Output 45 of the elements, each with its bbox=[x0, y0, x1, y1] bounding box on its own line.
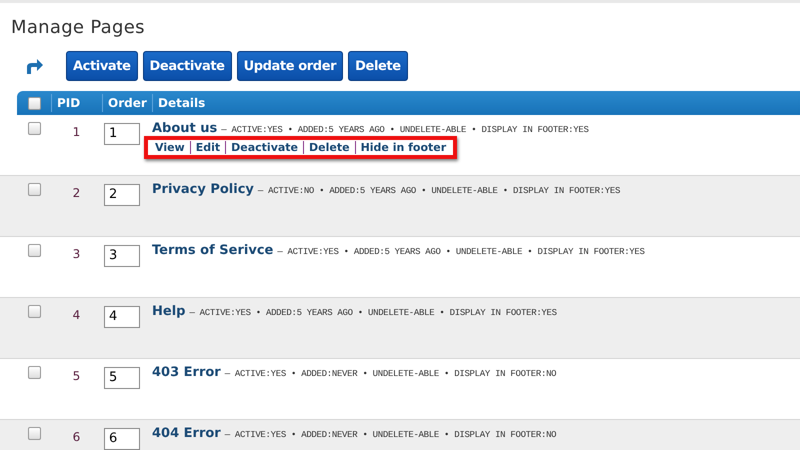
toolbar-button[interactable]: Update order bbox=[236, 51, 344, 81]
page-title-link[interactable]: 404 Error bbox=[152, 426, 221, 441]
row-checkbox[interactable] bbox=[28, 122, 40, 135]
page-title-link[interactable]: Privacy Policy bbox=[152, 182, 254, 197]
row-checkbox[interactable] bbox=[28, 244, 40, 257]
page-meta: — ACTIVE:YES • ADDED:5 YEARS AGO • UNDELETE-ABLE • DISPLAY IN FOOTER:YES bbox=[189, 308, 557, 318]
order-input[interactable]: 2 bbox=[104, 184, 140, 206]
row-checkbox[interactable] bbox=[28, 305, 40, 318]
pid-cell: 2 bbox=[72, 186, 80, 200]
page-meta: — ACTIVE:YES • ADDED:NEVER • UNDELETE-ABLE • DISPLAY IN FOOTER:NO bbox=[224, 369, 556, 379]
toolbar-button[interactable]: Delete bbox=[348, 51, 408, 81]
action-link[interactable]: Deactivate bbox=[231, 141, 298, 154]
action-link[interactable]: Delete bbox=[309, 141, 350, 154]
pid-cell: 1 bbox=[72, 125, 80, 139]
action-link[interactable]: Edit bbox=[196, 141, 220, 154]
column-header: Details bbox=[158, 96, 206, 110]
toolbar-button[interactable]: Deactivate bbox=[142, 51, 232, 81]
select-all-checkbox[interactable] bbox=[28, 96, 40, 110]
pid-cell: 5 bbox=[72, 369, 80, 383]
column-header: PID bbox=[57, 96, 80, 110]
page-title: Manage Pages bbox=[11, 17, 146, 38]
order-input[interactable]: 1 bbox=[104, 122, 140, 144]
page-title-link[interactable]: Terms of Serivce bbox=[152, 243, 274, 258]
row-checkbox[interactable] bbox=[28, 183, 40, 196]
row-checkbox[interactable] bbox=[28, 366, 40, 379]
page-meta: — ACTIVE:YES • ADDED:NEVER • UNDELETE-ABLE • DISPLAY IN FOOTER:NO bbox=[224, 430, 556, 440]
page-title-link[interactable]: Help bbox=[152, 304, 186, 319]
row-checkbox[interactable] bbox=[28, 427, 40, 440]
page-title-link[interactable]: About us bbox=[152, 121, 218, 136]
page-meta: — ACTIVE:YES • ADDED:5 YEARS AGO • UNDELETE-ABLE • DISPLAY IN FOOTER:YES bbox=[277, 247, 645, 257]
order-input[interactable]: 6 bbox=[104, 428, 140, 450]
page-meta: — ACTIVE:NO • ADDED:5 YEARS AGO • UNDELETE-ABLE • DISPLAY IN FOOTER:YES bbox=[258, 186, 620, 196]
column-header: Order bbox=[108, 96, 147, 110]
toolbar-button[interactable]: Activate bbox=[66, 51, 138, 81]
order-input[interactable]: 3 bbox=[104, 244, 140, 266]
pid-cell: 3 bbox=[72, 247, 80, 261]
page-meta: — ACTIVE:YES • ADDED:5 YEARS AGO • UNDELETE-ABLE • DISPLAY IN FOOTER:YES bbox=[221, 125, 589, 135]
order-input[interactable]: 5 bbox=[104, 366, 140, 388]
pid-cell: 4 bbox=[72, 308, 80, 322]
action-link[interactable]: View bbox=[155, 141, 185, 154]
page-title-link[interactable]: 403 Error bbox=[152, 365, 221, 380]
redirect-arrow-icon[interactable] bbox=[24, 58, 44, 74]
action-link[interactable]: Hide in footer bbox=[360, 141, 446, 154]
pid-cell: 6 bbox=[72, 430, 80, 444]
order-input[interactable]: 4 bbox=[104, 306, 140, 328]
